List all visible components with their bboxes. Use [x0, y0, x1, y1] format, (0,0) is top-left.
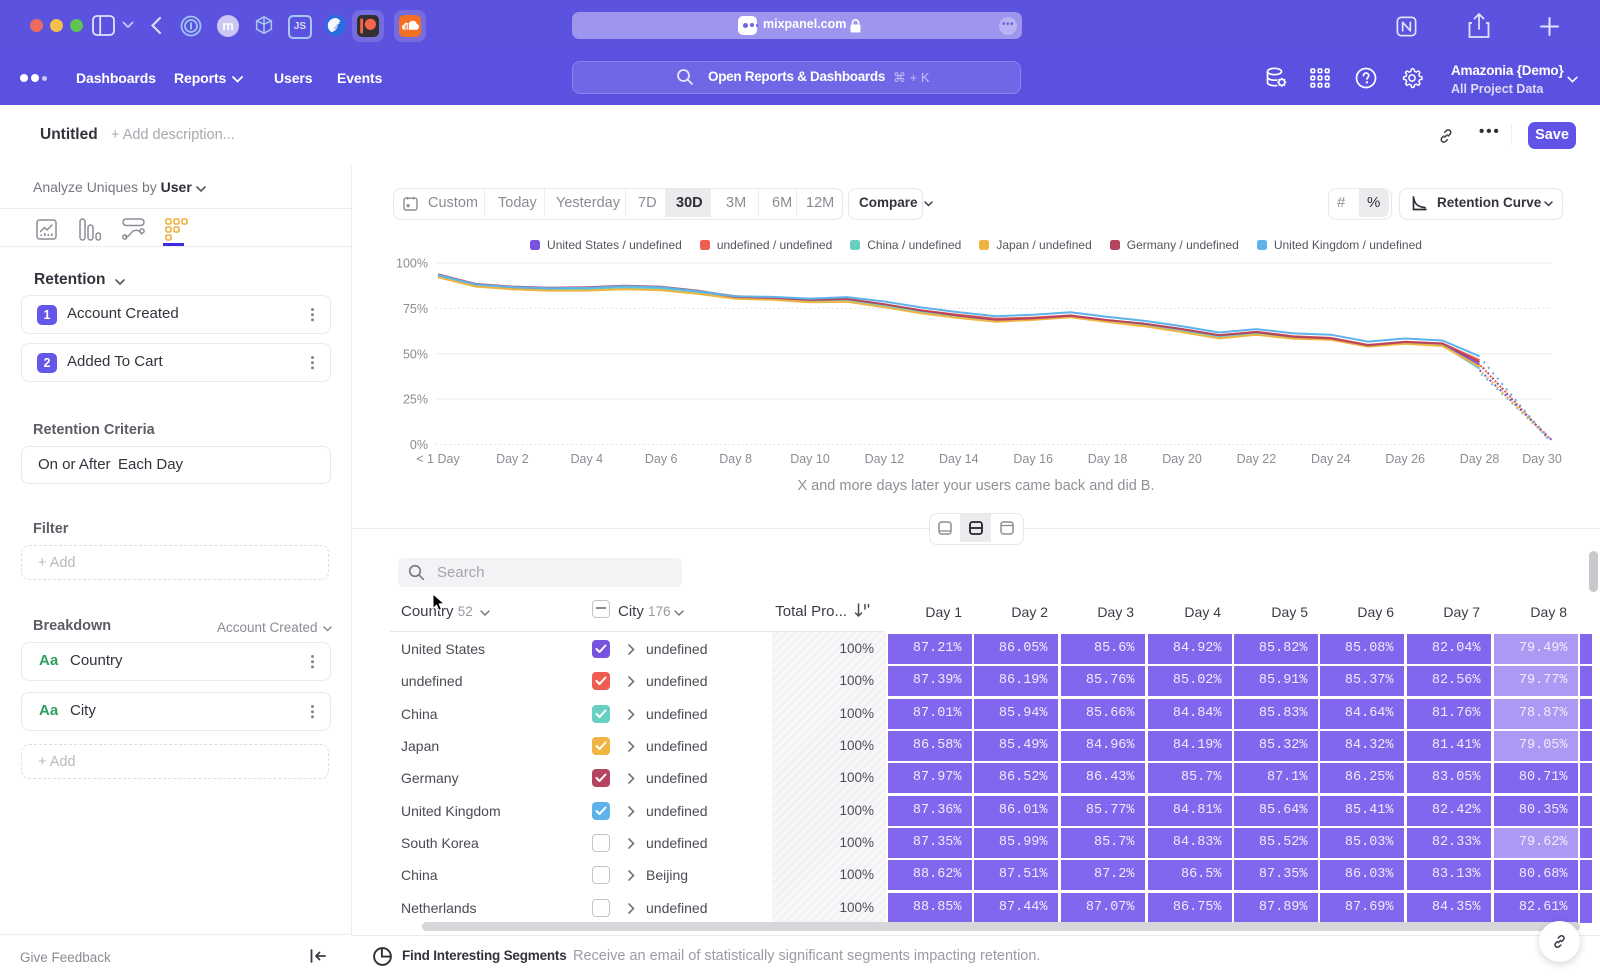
- svg-text:Day 30: Day 30: [1522, 452, 1562, 466]
- svg-text:Day 18: Day 18: [1088, 452, 1128, 466]
- svg-text:25%: 25%: [403, 393, 428, 407]
- svg-text:Day 16: Day 16: [1013, 452, 1053, 466]
- svg-text:Day 10: Day 10: [790, 452, 830, 466]
- svg-text:Day 2: Day 2: [496, 452, 529, 466]
- svg-text:Day 26: Day 26: [1385, 452, 1425, 466]
- svg-text:Day 20: Day 20: [1162, 452, 1202, 466]
- svg-text:Day 6: Day 6: [645, 452, 678, 466]
- svg-text:Day 12: Day 12: [865, 452, 905, 466]
- svg-text:50%: 50%: [403, 347, 428, 361]
- svg-text:75%: 75%: [403, 302, 428, 316]
- svg-text:Day 14: Day 14: [939, 452, 979, 466]
- svg-text:Day 4: Day 4: [570, 452, 603, 466]
- svg-text:Day 22: Day 22: [1237, 452, 1277, 466]
- svg-text:0%: 0%: [410, 438, 428, 452]
- svg-text:100%: 100%: [396, 257, 428, 271]
- svg-text:Day 8: Day 8: [719, 452, 752, 466]
- svg-text:Day 24: Day 24: [1311, 452, 1351, 466]
- svg-text:Day 28: Day 28: [1460, 452, 1500, 466]
- svg-text:< 1 Day: < 1 Day: [416, 452, 460, 466]
